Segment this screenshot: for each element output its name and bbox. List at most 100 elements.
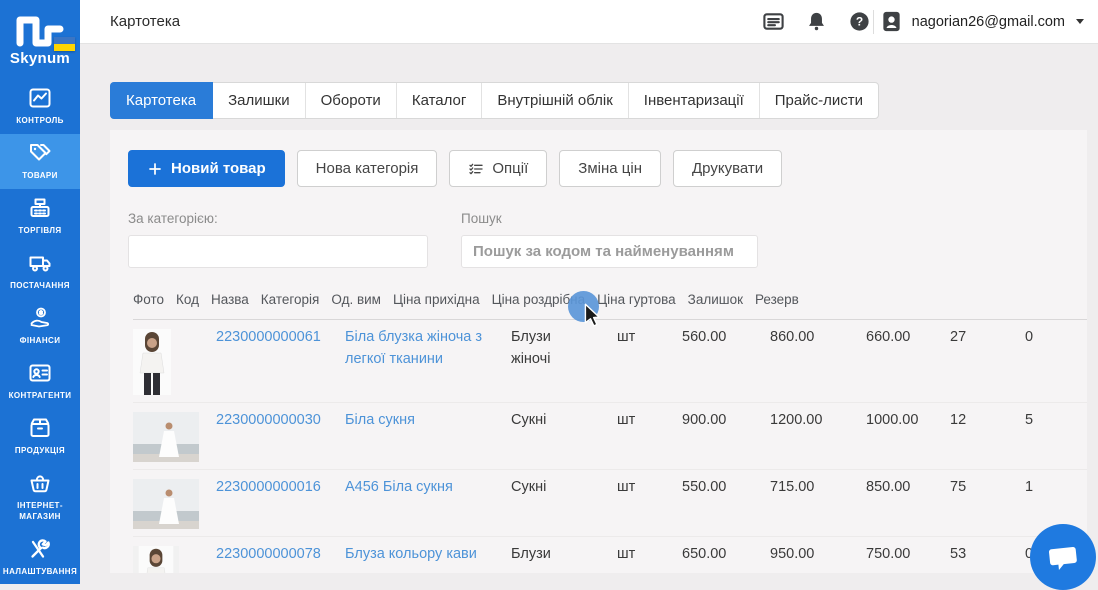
product-code-link[interactable]: 2230000000030 xyxy=(216,412,321,428)
column-header[interactable]: Ціна гуртова xyxy=(597,292,688,307)
tab[interactable]: Обороти xyxy=(306,83,397,118)
column-header[interactable]: Ціна роздрібна xyxy=(492,292,598,307)
stock-quantity: 53 xyxy=(950,546,967,562)
column-header[interactable]: Назва xyxy=(211,292,261,307)
toolbar-button[interactable]: Новий товар xyxy=(128,150,285,187)
filters: За категорією: Пошук xyxy=(128,211,1087,268)
product-photo[interactable] xyxy=(133,479,199,529)
topbar-divider xyxy=(872,9,874,34)
reserve-quantity: 1 xyxy=(1025,479,1034,495)
bell-icon[interactable] xyxy=(805,10,828,33)
price-retail: 860.00 xyxy=(770,329,815,345)
category-filter-label: За категорією: xyxy=(128,211,218,226)
sidebar-item[interactable]: ТОВАРИ xyxy=(0,134,80,189)
table-body: 2230000000061 Біла блузка жіноча з легко… xyxy=(133,320,1087,573)
sidebar-item-label: ІНТЕРНЕТ-МАГАЗИН xyxy=(17,501,63,522)
user-badge-icon xyxy=(880,10,903,33)
tab-bar: Картотека Залишки Обороти Каталог Внутрі… xyxy=(110,82,879,119)
reserve-quantity: 5 xyxy=(1025,412,1034,428)
help-icon[interactable] xyxy=(848,10,871,33)
product-category: Сукні xyxy=(511,479,547,495)
basket-icon xyxy=(28,471,52,495)
product-photo[interactable] xyxy=(133,412,199,462)
sidebar-item[interactable]: КОНТРОЛЬ xyxy=(0,79,80,134)
register-icon xyxy=(28,196,52,220)
column-header[interactable]: Ціна прихідна xyxy=(393,292,492,307)
sidebar-item-label: ТОРГІВЛЯ xyxy=(18,226,62,236)
price-wholesale: 850.00 xyxy=(866,479,911,495)
topbar-icons xyxy=(762,10,871,33)
sidebar-item[interactable]: ПОСТАЧАННЯ xyxy=(0,244,80,299)
category-filter: За категорією: xyxy=(128,211,428,268)
sidebar-item-label: КОНТРОЛЬ xyxy=(16,116,64,126)
chat-launcher-button[interactable] xyxy=(1030,524,1096,590)
column-header[interactable]: Категорія xyxy=(261,292,332,307)
tab[interactable]: Картотека xyxy=(110,82,214,119)
table-row: 2230000000030 Біла сукня Сукні шт 900.00… xyxy=(133,403,1087,470)
tab[interactable]: Прайс-листи xyxy=(760,83,878,118)
sidebar-item-label: НАЛАШТУВАННЯ xyxy=(2,566,78,576)
column-header[interactable]: Код xyxy=(176,292,211,307)
sidebar-item[interactable]: КОНТРАГЕНТИ xyxy=(0,354,80,409)
product-code-link[interactable]: 2230000000061 xyxy=(216,329,321,345)
tab[interactable]: Внутрішній облік xyxy=(482,83,629,118)
table-header: Фото Код Назва Категорія Од. вим Ціна пр… xyxy=(133,284,1087,320)
page-title: Картотека xyxy=(110,13,181,30)
sidebar-item[interactable]: ФІНАНСИ xyxy=(0,299,80,354)
cardfile-panel: Новий товар Нова категорія Опції Зміна ц… xyxy=(110,130,1087,573)
sidebar: Skynum КОНТРОЛЬ ТОВАРИ ТОРГІВЛЯ ПОСТАЧАН… xyxy=(0,0,80,584)
toolbar-button[interactable]: Нова категорія xyxy=(296,150,438,187)
toolbar-button[interactable]: Зміна цін xyxy=(559,150,661,187)
sidebar-item-label: ПОСТАЧАННЯ xyxy=(10,281,70,291)
product-code-link[interactable]: 2230000000016 xyxy=(216,479,321,495)
product-photo[interactable] xyxy=(133,546,179,573)
list-check-icon xyxy=(468,161,484,177)
product-unit: шт xyxy=(617,546,636,562)
product-code-link[interactable]: 2230000000078 xyxy=(216,546,321,562)
news-icon[interactable] xyxy=(762,10,785,33)
product-photo[interactable] xyxy=(133,329,171,395)
product-name-link[interactable]: А456 Біла сукня xyxy=(345,479,453,495)
contacts-icon xyxy=(28,361,52,385)
sidebar-item-label: ФІНАНСИ xyxy=(19,336,61,346)
column-header[interactable]: Залишок xyxy=(688,292,755,307)
product-category: Блузи жіночі xyxy=(511,329,551,367)
brand-name: Skynum xyxy=(9,50,71,67)
sidebar-item[interactable]: ІНТЕРНЕТ-МАГАЗИН xyxy=(0,464,80,529)
price-wholesale: 660.00 xyxy=(866,329,911,345)
box-icon xyxy=(28,416,52,440)
topbar: Картотека nagorian26@gmail.com xyxy=(80,0,1098,44)
tab[interactable]: Інвентаризації xyxy=(629,83,760,118)
product-category: Блузи xyxy=(511,546,551,562)
product-name-link[interactable]: Блуза кольору кави xyxy=(345,546,477,562)
toolbar-button[interactable]: Опції xyxy=(449,150,548,187)
product-unit: шт xyxy=(617,412,636,428)
column-header[interactable]: Од. вим xyxy=(331,292,393,307)
ukraine-flag-icon xyxy=(54,37,75,51)
sidebar-item[interactable]: ТОРГІВЛЯ xyxy=(0,189,80,244)
sidebar-item[interactable]: ПРОДУКЦІЯ xyxy=(0,409,80,464)
sidebar-item[interactable]: НАЛАШТУВАННЯ xyxy=(0,529,80,584)
product-name-link[interactable]: Біла блузка жіноча з легкої тканини xyxy=(345,329,482,367)
truck-icon xyxy=(28,251,52,275)
chat-bubble-icon xyxy=(1044,538,1081,575)
category-filter-input[interactable] xyxy=(128,235,428,268)
photo-beach-icon xyxy=(133,412,199,462)
chevron-down-icon xyxy=(1076,19,1084,24)
stock-quantity: 75 xyxy=(950,479,967,495)
column-header[interactable]: Резерв xyxy=(755,292,811,307)
price-incoming: 560.00 xyxy=(682,329,727,345)
search-input[interactable] xyxy=(461,235,758,268)
product-name-link[interactable]: Біла сукня xyxy=(345,412,415,428)
column-header[interactable]: Фото xyxy=(133,292,176,307)
tools-icon xyxy=(28,537,52,561)
user-menu[interactable]: nagorian26@gmail.com xyxy=(880,10,1084,33)
app-logo[interactable]: Skynum xyxy=(0,0,80,67)
toolbar-button-label: Друкувати xyxy=(692,160,764,177)
toolbar-button-label: Зміна цін xyxy=(578,160,642,177)
toolbar-button[interactable]: Друкувати xyxy=(673,150,783,187)
tab[interactable]: Залишки xyxy=(213,83,306,118)
toolbar-button-label: Опції xyxy=(492,160,529,177)
tab[interactable]: Каталог xyxy=(397,83,483,118)
price-retail: 1200.00 xyxy=(770,412,823,428)
